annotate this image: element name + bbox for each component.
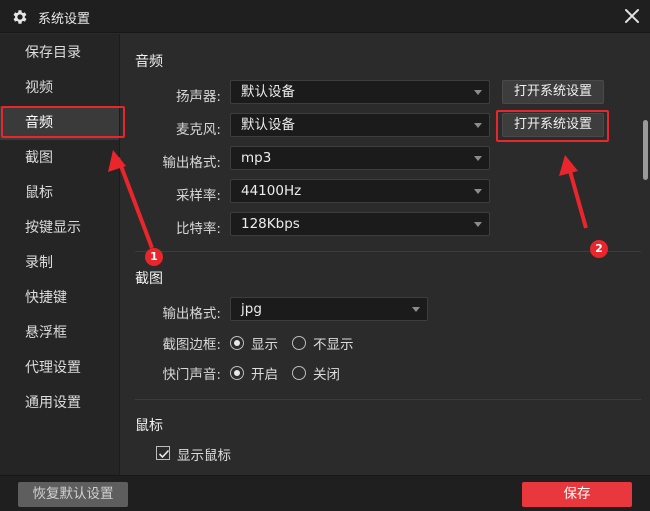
chevron-down-icon [474, 156, 482, 161]
settings-panel: 音频 扬声器: 默认设备 打开系统设置 麦克风: 默认设备 打开系统设置 输出格… [121, 34, 650, 475]
audio-format-value: mp3 [241, 150, 272, 166]
border-hide-radio[interactable] [292, 336, 306, 350]
mic-select[interactable]: 默认设备 [230, 113, 490, 137]
audio-format-label: 输出格式: [162, 155, 221, 171]
mic-select-value: 默认设备 [241, 117, 295, 133]
screenshot-border-radio-group: 显示 不显示 [230, 333, 368, 353]
bitrate-label: 比特率: [175, 221, 221, 237]
bitrate-value: 128Kbps [241, 216, 300, 232]
border-show-label: 显示 [251, 337, 278, 353]
restore-defaults-button[interactable]: 恢复默认设置 [18, 482, 128, 507]
image-format-select[interactable]: jpg [230, 297, 428, 321]
speaker-select[interactable]: 默认设备 [230, 80, 490, 104]
scrollbar-thumb[interactable] [643, 120, 648, 180]
mic-label: 麦克风: [175, 122, 221, 138]
show-cursor-label: 显示鼠标 [177, 448, 231, 464]
section-title-mouse: 鼠标 [135, 418, 163, 434]
shutter-sound-label: 快门声音: [162, 367, 221, 383]
sidebar-item-audio[interactable]: 音频 [0, 106, 119, 140]
bitrate-select[interactable]: 128Kbps [230, 212, 490, 236]
section-divider [135, 251, 641, 252]
window-title: 系统设置 [38, 12, 91, 27]
sidebar-item-screenshot[interactable]: 截图 [0, 141, 119, 175]
close-icon[interactable] [622, 6, 642, 26]
section-title-audio: 音频 [135, 54, 163, 70]
image-format-value: jpg [241, 301, 262, 317]
sidebar-item-save-dir[interactable]: 保存目录 [0, 36, 119, 70]
shutter-off-label: 关闭 [313, 367, 340, 383]
annotation-badge-1: 1 [145, 248, 163, 266]
image-format-label: 输出格式: [162, 306, 221, 322]
gear-icon [13, 10, 27, 24]
speaker-label: 扬声器: [175, 89, 221, 105]
sample-rate-label: 采样率: [175, 188, 221, 204]
sidebar-item-key-display[interactable]: 按键显示 [0, 211, 119, 245]
chevron-down-icon [474, 90, 482, 95]
footer-bar: 恢复默认设置 保存 [0, 475, 650, 511]
chevron-down-icon [412, 307, 420, 312]
show-cursor-checkbox[interactable] [156, 446, 170, 460]
title-bar: 系统设置 [0, 0, 650, 33]
sidebar-item-general[interactable]: 通用设置 [0, 386, 119, 420]
audio-format-select[interactable]: mp3 [230, 146, 490, 170]
border-show-radio[interactable] [230, 336, 244, 350]
shutter-off-radio[interactable] [292, 366, 306, 380]
save-button[interactable]: 保存 [522, 482, 632, 507]
speaker-select-value: 默认设备 [241, 84, 295, 100]
shutter-on-radio[interactable] [230, 366, 244, 380]
sidebar-item-record[interactable]: 录制 [0, 246, 119, 280]
border-hide-label: 不显示 [313, 337, 354, 353]
sidebar-item-proxy[interactable]: 代理设置 [0, 351, 119, 385]
shutter-sound-radio-group: 开启 关闭 [230, 363, 354, 383]
chevron-down-icon [474, 222, 482, 227]
section-divider [135, 399, 641, 400]
sample-rate-select[interactable]: 44100Hz [230, 179, 490, 203]
sidebar: 保存目录 视频 音频 截图 鼠标 按键显示 录制 快捷键 悬浮框 代理设置 通用… [0, 34, 120, 475]
sidebar-item-mouse[interactable]: 鼠标 [0, 176, 119, 210]
shutter-on-label: 开启 [251, 367, 278, 383]
chevron-down-icon [474, 123, 482, 128]
sidebar-item-float-window[interactable]: 悬浮框 [0, 316, 119, 350]
chevron-down-icon [474, 189, 482, 194]
checkmark-icon [158, 449, 170, 459]
screenshot-border-label: 截图边框: [162, 337, 221, 353]
mic-open-system-settings-button[interactable]: 打开系统设置 [502, 113, 604, 137]
sample-rate-value: 44100Hz [241, 183, 302, 199]
annotation-badge-2: 2 [590, 240, 608, 258]
sidebar-item-hotkeys[interactable]: 快捷键 [0, 281, 119, 315]
section-title-screenshot: 截图 [135, 271, 163, 287]
speaker-open-system-settings-button[interactable]: 打开系统设置 [502, 80, 604, 104]
sidebar-item-video[interactable]: 视频 [0, 71, 119, 105]
